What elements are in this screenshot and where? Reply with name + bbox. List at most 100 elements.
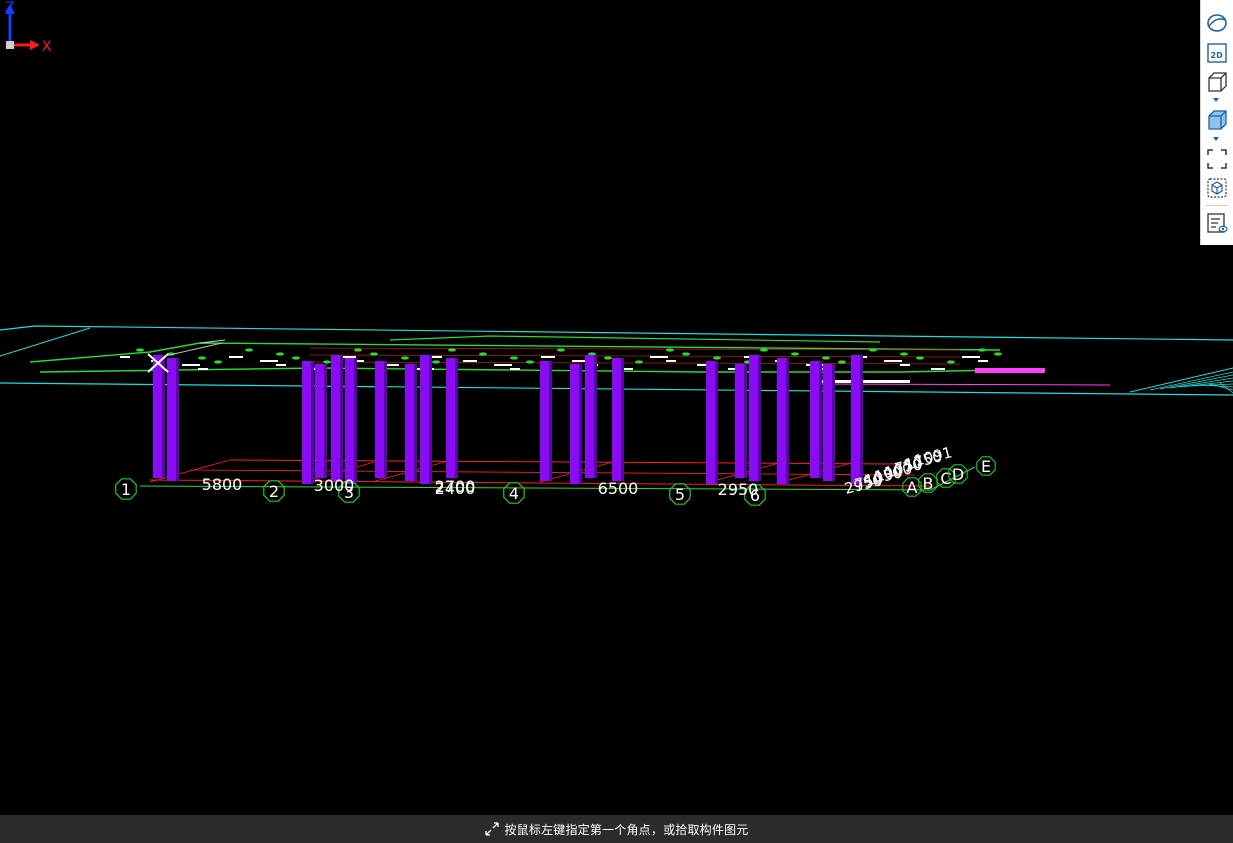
3d-view-icon — [1208, 72, 1227, 92]
column-shade — [715, 361, 718, 484]
component-view-button[interactable] — [1205, 176, 1229, 200]
plan-green-dot — [479, 352, 487, 356]
span-dimension: 2950 — [718, 480, 759, 499]
3d-viewport[interactable]: 123456ABCDE 5800 3000 2700 2400 6500 2950 2950… — [0, 0, 1233, 815]
status-prompt-text: 按鼠标左键指定第一个角点，或拾取构件图元 — [504, 822, 749, 837]
plan-green-dot — [713, 356, 721, 360]
plan-green-dot — [822, 356, 830, 360]
x-axis-label: X — [42, 39, 52, 55]
column-shade — [832, 364, 835, 481]
slab-right-edge — [1129, 367, 1233, 393]
plan-green-dot — [370, 352, 378, 356]
column-shade — [819, 361, 822, 478]
zoom-extents-button[interactable] — [1205, 147, 1229, 171]
perspective-view-button[interactable] — [1205, 11, 1229, 35]
plan-text-mark — [666, 360, 676, 362]
grid-bubble-label: 2 — [269, 482, 279, 501]
span-dimension: 6500 — [598, 479, 639, 498]
span-dimension: 5800 — [202, 475, 243, 494]
magenta-line — [819, 383, 1111, 386]
column-shade — [594, 355, 597, 478]
plan-text-mark — [494, 364, 512, 366]
plan-text-mark — [120, 356, 130, 358]
plan-green-dot — [791, 352, 799, 356]
plan-green-dot — [682, 352, 690, 356]
slab-left-edge — [0, 327, 91, 357]
span-dimension: 2400 — [435, 479, 476, 498]
plan-text-mark — [182, 364, 200, 366]
model-scene[interactable]: 123456ABCDE 5800 3000 27002400 6500 2950 2950… — [0, 0, 1233, 815]
status-bar: 按鼠标左键指定第一个角点，或拾取构件图元 — [0, 815, 1233, 843]
column-shade — [162, 355, 165, 478]
plan-green-dot — [354, 348, 362, 352]
grid-bubble-label: B — [923, 474, 934, 493]
plan-green-dot — [198, 356, 206, 360]
column-shade — [758, 355, 761, 481]
plan-green-dot — [214, 360, 222, 364]
columns — [153, 355, 863, 484]
plan-green-dot — [510, 356, 518, 360]
plan-text-mark — [962, 356, 980, 358]
plan-text-mark — [432, 356, 442, 358]
magenta-block — [975, 368, 1045, 373]
view-toolbar: 2D — [1200, 0, 1233, 245]
plan-text-mark — [260, 360, 278, 362]
shaded-view-dropdown-caret[interactable] — [1213, 137, 1219, 141]
column-shade — [786, 358, 789, 484]
column-shade — [384, 361, 387, 478]
grid-bubble-label: 4 — [509, 484, 519, 503]
plan-text-mark — [229, 356, 243, 358]
plan-green-dot — [635, 360, 643, 364]
column-shade — [340, 355, 343, 481]
toolbar-separator — [1206, 205, 1228, 206]
plan-green-dot — [760, 348, 768, 352]
grid-bubble-label: E — [981, 457, 991, 476]
plan-green-dot — [432, 360, 440, 364]
shaded-view-button[interactable] — [1205, 108, 1229, 132]
plan-green-dot — [869, 348, 877, 352]
column-shade — [860, 355, 863, 484]
plan-green-dot — [947, 360, 955, 364]
cursor-rubber-band — [164, 342, 223, 357]
plan-green-dot — [838, 360, 846, 364]
plan-green-dot — [604, 356, 612, 360]
column-shade — [579, 364, 582, 484]
column-shade — [311, 361, 314, 484]
column-shade — [621, 358, 624, 481]
plan-green-dot — [526, 360, 534, 364]
grid-back-line — [229, 459, 901, 465]
plan-text-mark — [650, 356, 668, 358]
span-dimension: 3000 — [314, 476, 355, 495]
plan-green-dot — [994, 352, 1002, 356]
plan-green-dot — [245, 348, 253, 352]
plan-text-mark — [276, 364, 286, 366]
axis-triad: Z X — [5, 0, 52, 55]
column-shade — [324, 364, 327, 478]
display-settings-button[interactable] — [1205, 211, 1229, 235]
column-shade — [354, 358, 357, 484]
column-shade — [744, 364, 747, 478]
3d-view-button[interactable] — [1205, 70, 1229, 94]
2d-view-label: 2D — [1211, 51, 1224, 60]
slab-hatch-line — [1149, 371, 1233, 391]
corner-arrows-icon — [485, 822, 500, 836]
beam-line-top — [389, 335, 881, 343]
grid-mid-line — [189, 469, 916, 476]
3d-view-dropdown-caret[interactable] — [1213, 98, 1219, 102]
plan-green-dot — [900, 352, 908, 356]
plan-green-dot — [978, 348, 986, 352]
x-arrow-head — [30, 40, 40, 50]
plan-text-mark — [541, 356, 555, 358]
grid-bubble-label: D — [952, 465, 964, 484]
column-shade — [176, 358, 179, 481]
plan-text-mark — [510, 368, 520, 370]
grid-bubble-label: A — [907, 478, 918, 497]
plan-green-dot — [448, 348, 456, 352]
plan-text-mark — [900, 364, 910, 366]
zoom-extents-icon — [1207, 149, 1227, 169]
grid-bubble-label: 1 — [121, 480, 131, 499]
column-shade — [455, 358, 458, 478]
2d-view-button[interactable]: 2D — [1205, 41, 1229, 65]
plan-green-dot — [276, 352, 284, 356]
origin-box — [6, 41, 14, 49]
